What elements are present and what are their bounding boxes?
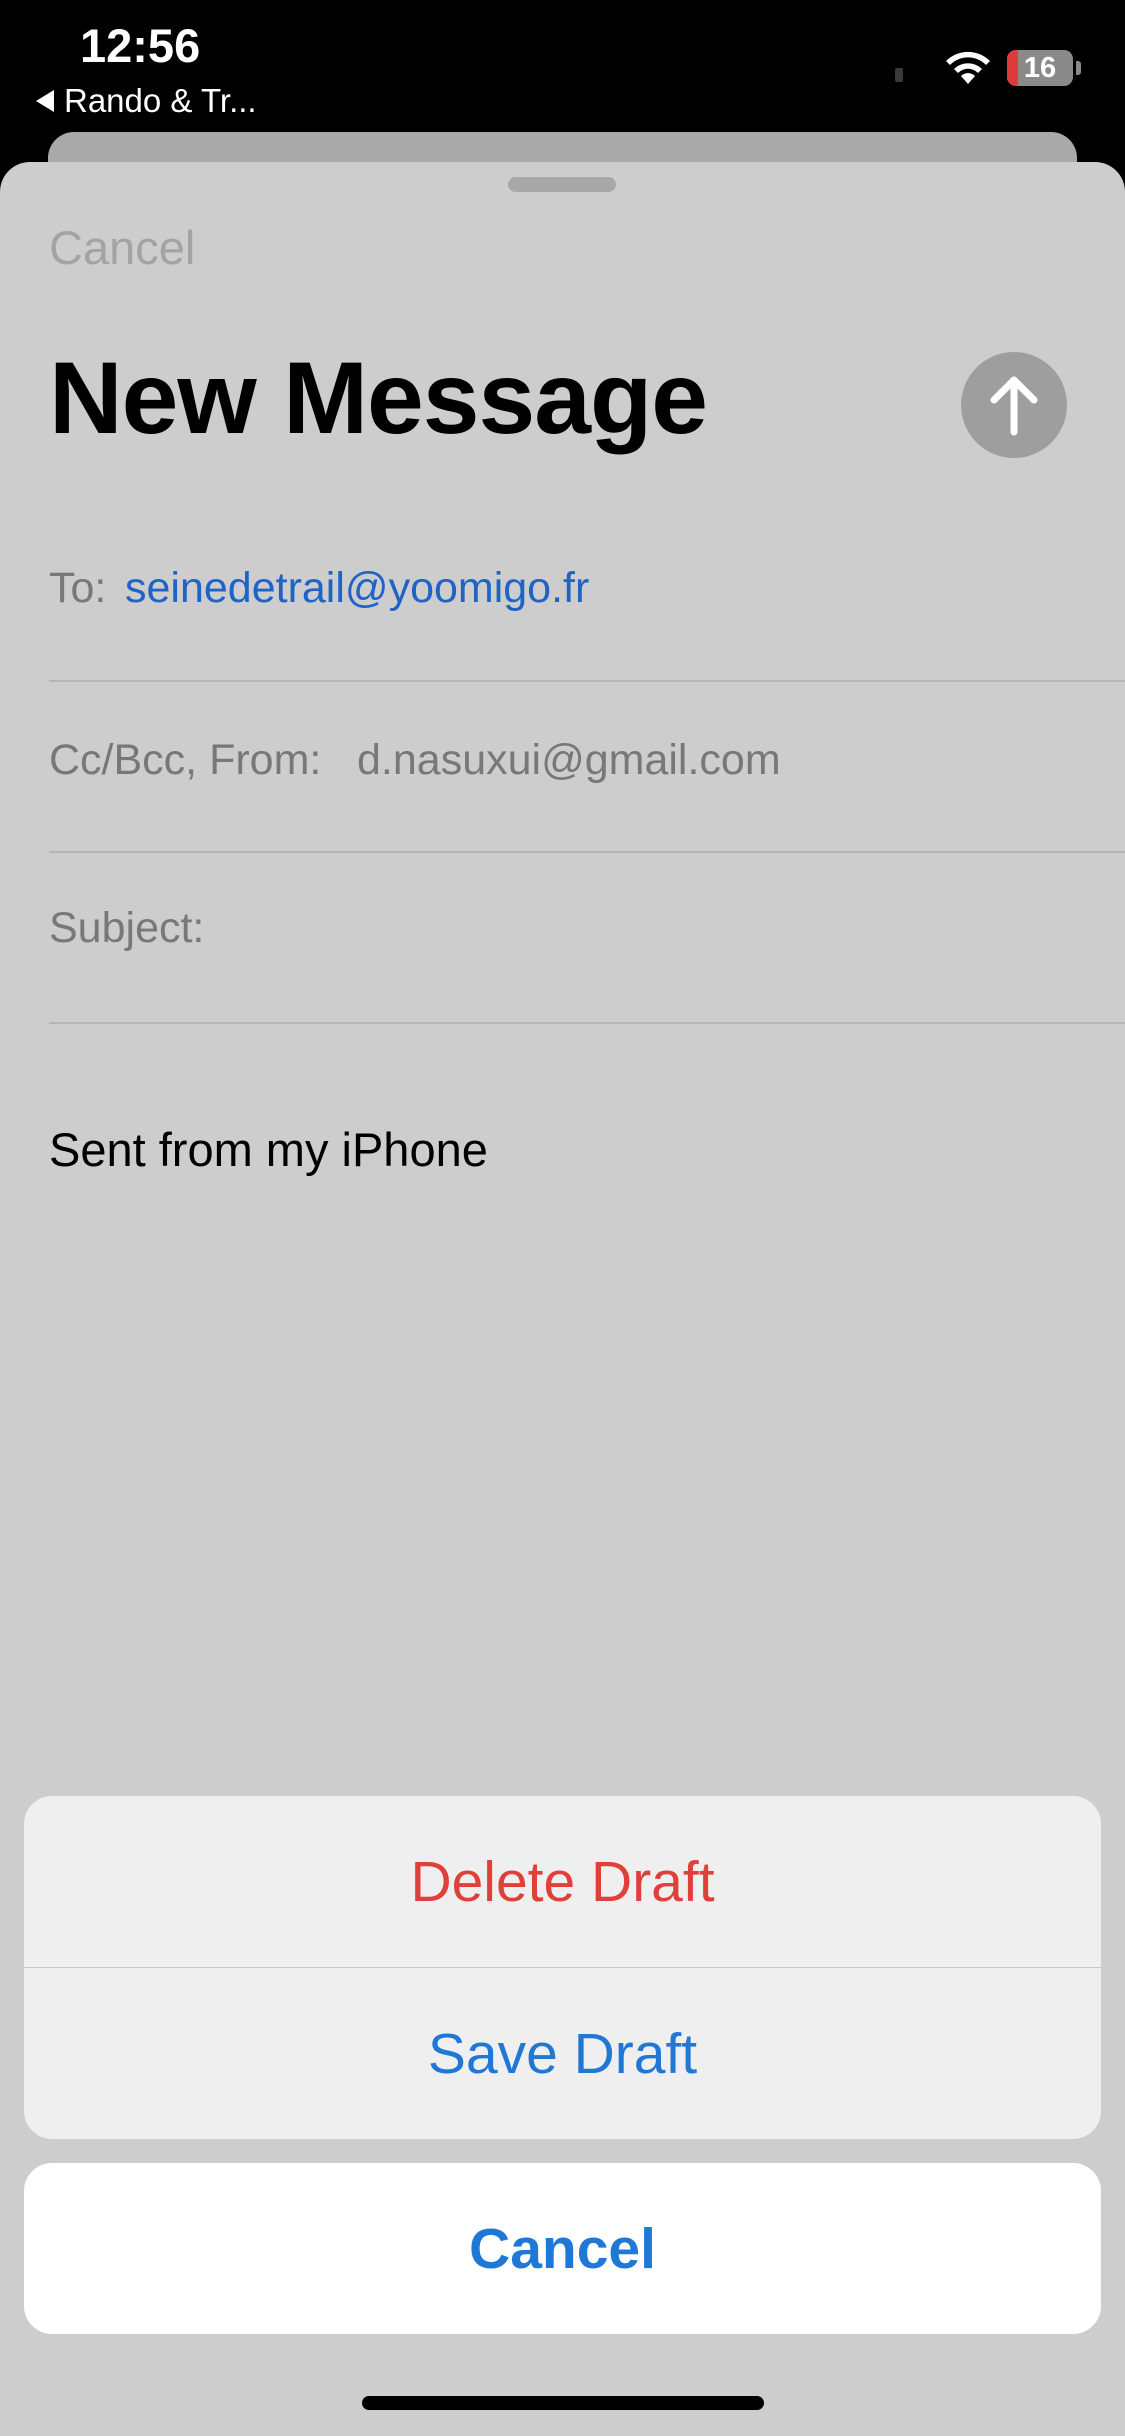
action-cancel-button[interactable]: Cancel — [24, 2163, 1101, 2334]
action-sheet: Delete Draft Save Draft — [24, 1796, 1101, 2139]
delete-draft-button[interactable]: Delete Draft — [24, 1796, 1101, 1967]
save-draft-button[interactable]: Save Draft — [24, 1968, 1101, 2139]
home-indicator[interactable] — [362, 2396, 764, 2410]
